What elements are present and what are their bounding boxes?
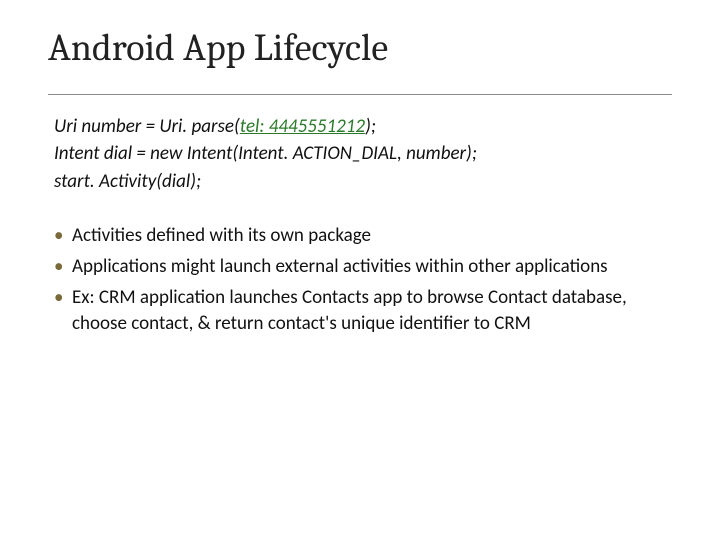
code-line-2: Intent dial = new Intent(Intent. ACTION_… [54, 140, 672, 168]
code-line-1-post: ); [365, 115, 376, 138]
code-block: Uri number = Uri. parse(tel: 4445551212)… [54, 113, 672, 196]
bullet-item: Applications might launch external activ… [54, 254, 672, 281]
code-line-1-pre: Uri number = Uri. parse( [54, 115, 240, 138]
code-line-1: Uri number = Uri. parse(tel: 4445551212)… [54, 113, 672, 141]
title-rule [48, 94, 672, 95]
slide: Android App Lifecycle Uri number = Uri. … [0, 0, 720, 540]
bullet-list: Activities defined with its own package … [48, 223, 672, 337]
bullet-item: Activities defined with its own package [54, 223, 672, 250]
tel-link[interactable]: tel: 4445551212 [240, 115, 365, 138]
slide-title: Android App Lifecycle [48, 28, 672, 70]
bullet-item: Ex: CRM application launches Contacts ap… [54, 285, 672, 338]
code-line-3: start. Activity(dial); [54, 168, 672, 196]
